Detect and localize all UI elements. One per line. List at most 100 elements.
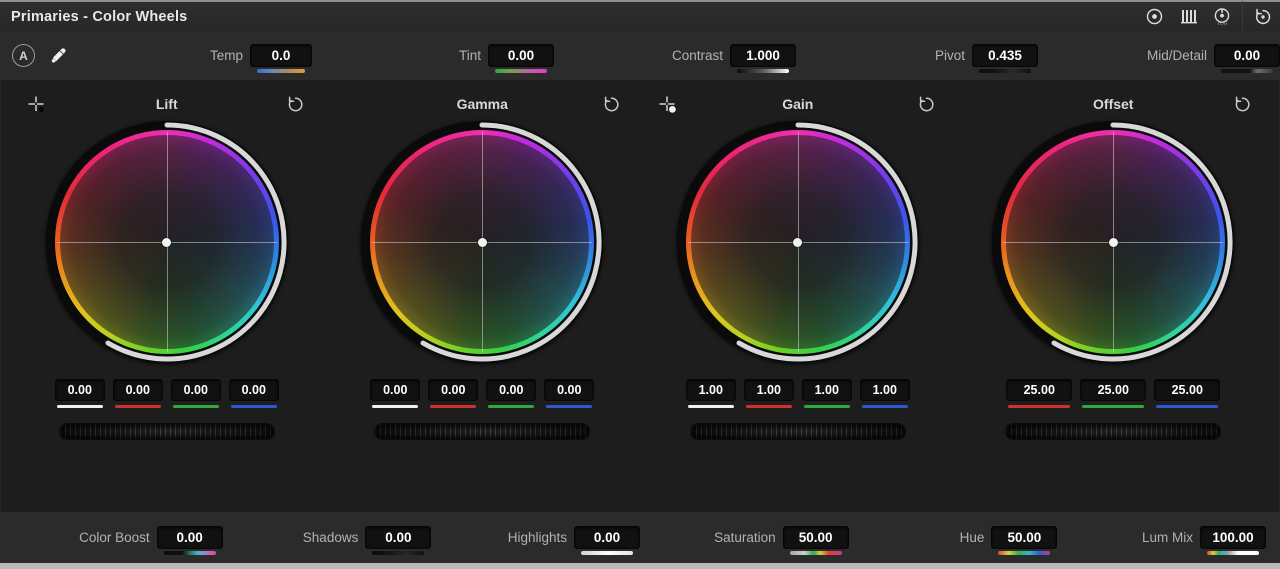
- lift-red-field[interactable]: 0.00: [112, 379, 163, 401]
- parameter-contrast: Contrast 1.000: [554, 44, 796, 73]
- primaries-wheels-icon[interactable]: [1137, 1, 1171, 32]
- page-title: Primaries - Color Wheels: [11, 8, 188, 25]
- parameter-gradient-slider[interactable]: [581, 551, 634, 555]
- parameter-value-field[interactable]: 50.00: [991, 526, 1058, 549]
- parameter-gradient-slider[interactable]: [1221, 69, 1273, 73]
- lift-picker-icon[interactable]: [25, 93, 47, 115]
- auto-balance-button[interactable]: A: [12, 44, 35, 67]
- lift-master-field[interactable]: 0.00: [54, 379, 105, 401]
- parameter-value-field[interactable]: 0.00: [365, 526, 432, 549]
- wheel-center-indicator[interactable]: [477, 237, 487, 247]
- reset-offset-icon[interactable]: [1231, 93, 1253, 115]
- lift-master-field-wrap: 0.00: [54, 379, 105, 408]
- parameter-gradient-slider[interactable]: [998, 551, 1051, 555]
- offset-blue-field-wrap: 25.00: [1154, 379, 1221, 408]
- lift-red-field-wrap: 0.00: [112, 379, 163, 408]
- parameter-value-field[interactable]: 1.000: [730, 44, 796, 67]
- eyedropper-picker-button[interactable]: [48, 45, 70, 67]
- lift-green-field[interactable]: 0.00: [170, 379, 221, 401]
- wheel-center-indicator[interactable]: [1108, 237, 1118, 247]
- parameter-value-field[interactable]: 0.00: [1214, 44, 1280, 67]
- wheel-ridge-slider-lift[interactable]: [58, 423, 275, 440]
- wheel-ridge-slider-gamma[interactable]: [374, 423, 591, 440]
- offset-red-field-channel-bar: [1008, 404, 1071, 408]
- gain-red-field[interactable]: 1.00: [743, 379, 794, 401]
- toolbar-buttons: A: [0, 44, 70, 67]
- gamma-master-field[interactable]: 0.00: [370, 379, 421, 401]
- gain-blue-field[interactable]: 1.00: [859, 379, 910, 401]
- gamma-green-field-wrap: 0.00: [486, 379, 537, 408]
- reset-all-icon[interactable]: [1246, 1, 1280, 32]
- parameter-field-wrap: 0.435: [972, 44, 1038, 73]
- parameter-gradient-slider[interactable]: [495, 69, 547, 73]
- parameter-field-wrap: 50.00: [991, 526, 1058, 555]
- gain-green-field[interactable]: 1.00: [801, 379, 852, 401]
- wheel-ridge-slider-gain[interactable]: [689, 423, 906, 440]
- parameter-hue: Hue 50.00: [849, 526, 1058, 555]
- bottom-parameter-bar: Color Boost 0.00 Shadows 0.00 Highlights 0.00…: [0, 511, 1280, 563]
- offset-green-field[interactable]: 25.00: [1080, 379, 1147, 401]
- parameter-field-wrap: 0.0: [250, 44, 312, 73]
- parameter-lum-mix: Lum Mix 100.00: [1057, 526, 1267, 555]
- parameter-value-field[interactable]: 0.00: [156, 526, 223, 549]
- wheel-column-gamma: Gamma 0.00 0.00 0.00 0.00: [325, 81, 641, 511]
- gain-picker-icon[interactable]: [656, 93, 678, 115]
- parameter-gradient-slider[interactable]: [372, 551, 425, 555]
- gamma-green-field-channel-bar: [488, 404, 535, 408]
- color-wheels-row: Lift 0.00 0.00 0.00 0.00 Gamma 0.00 0.00 0.00 0.0…: [0, 81, 1280, 511]
- parameter-label: Temp: [209, 48, 243, 63]
- gain-green-field-channel-bar: [803, 404, 850, 408]
- parameter-label: Tint: [458, 48, 481, 63]
- parameter-label: Highlights: [507, 530, 568, 545]
- parameter-value-field[interactable]: 50.00: [782, 526, 849, 549]
- parameter-value-field[interactable]: 0.0: [250, 44, 312, 67]
- parameter-shadows: Shadows 0.00: [223, 526, 432, 555]
- wheel-title-gamma: Gamma: [456, 96, 508, 112]
- color-wheel-offset[interactable]: [992, 121, 1235, 363]
- reset-gamma-icon[interactable]: [600, 93, 622, 115]
- parameter-field-wrap: 50.00: [782, 526, 849, 555]
- wheel-ridge-slider-offset[interactable]: [1005, 423, 1222, 440]
- gain-master-field[interactable]: 1.00: [685, 379, 736, 401]
- titlebar-icon-group: LOG: [1137, 1, 1280, 32]
- color-wheel-gain[interactable]: [676, 121, 919, 363]
- color-wheels-panel: Primaries - Color Wheels LOG A Temp 0.0 …: [0, 0, 1280, 569]
- parameter-gradient-slider[interactable]: [163, 551, 216, 555]
- parameter-field-wrap: 0.00: [365, 526, 432, 555]
- offset-red-field[interactable]: 25.00: [1006, 379, 1073, 401]
- offset-green-field-channel-bar: [1082, 404, 1145, 408]
- parameter-value-field[interactable]: 0.435: [972, 44, 1038, 67]
- parameter-field-wrap: 100.00: [1200, 526, 1267, 555]
- parameter-gradient-slider[interactable]: [979, 69, 1031, 73]
- gamma-master-field-wrap: 0.00: [370, 379, 421, 408]
- top-parameter-bar: A Temp 0.0 Tint 0.00 Contrast 1.000 Pivot 0.435…: [0, 31, 1280, 81]
- log-wheels-icon[interactable]: LOG: [1205, 1, 1239, 32]
- color-wheel-lift[interactable]: [45, 121, 288, 363]
- gamma-blue-field[interactable]: 0.00: [544, 379, 595, 401]
- offset-green-field-wrap: 25.00: [1080, 379, 1147, 408]
- gamma-red-field[interactable]: 0.00: [428, 379, 479, 401]
- reset-lift-icon[interactable]: [285, 93, 307, 115]
- parameter-gradient-slider[interactable]: [1207, 551, 1260, 555]
- wheel-center-indicator[interactable]: [162, 237, 172, 247]
- parameter-value-field[interactable]: 0.00: [574, 526, 641, 549]
- top-parameter-list: Temp 0.0 Tint 0.00 Contrast 1.000 Pivot 0.435 Mi…: [70, 44, 1280, 73]
- offset-blue-field[interactable]: 25.00: [1154, 379, 1221, 401]
- parameter-value-field[interactable]: 0.00: [488, 44, 554, 67]
- parameter-gradient-slider[interactable]: [737, 69, 789, 73]
- parameter-label: Mid/Detail: [1146, 48, 1207, 63]
- primaries-bars-icon[interactable]: [1171, 1, 1205, 32]
- offset-blue-field-channel-bar: [1156, 404, 1219, 408]
- wheel-fields-offset: 25.00 25.00 25.00: [1006, 379, 1221, 408]
- parameter-gradient-slider[interactable]: [257, 69, 305, 73]
- color-wheel-gamma[interactable]: [361, 121, 604, 363]
- gamma-green-field[interactable]: 0.00: [486, 379, 537, 401]
- parameter-label: Shadows: [302, 530, 359, 545]
- reset-gain-icon[interactable]: [916, 93, 938, 115]
- parameter-gradient-slider[interactable]: [789, 551, 842, 555]
- gain-red-field-wrap: 1.00: [743, 379, 794, 408]
- lift-blue-field[interactable]: 0.00: [228, 379, 279, 401]
- parameter-field-wrap: 0.00: [488, 44, 554, 73]
- parameter-value-field[interactable]: 100.00: [1200, 526, 1267, 549]
- wheel-center-indicator[interactable]: [793, 237, 803, 247]
